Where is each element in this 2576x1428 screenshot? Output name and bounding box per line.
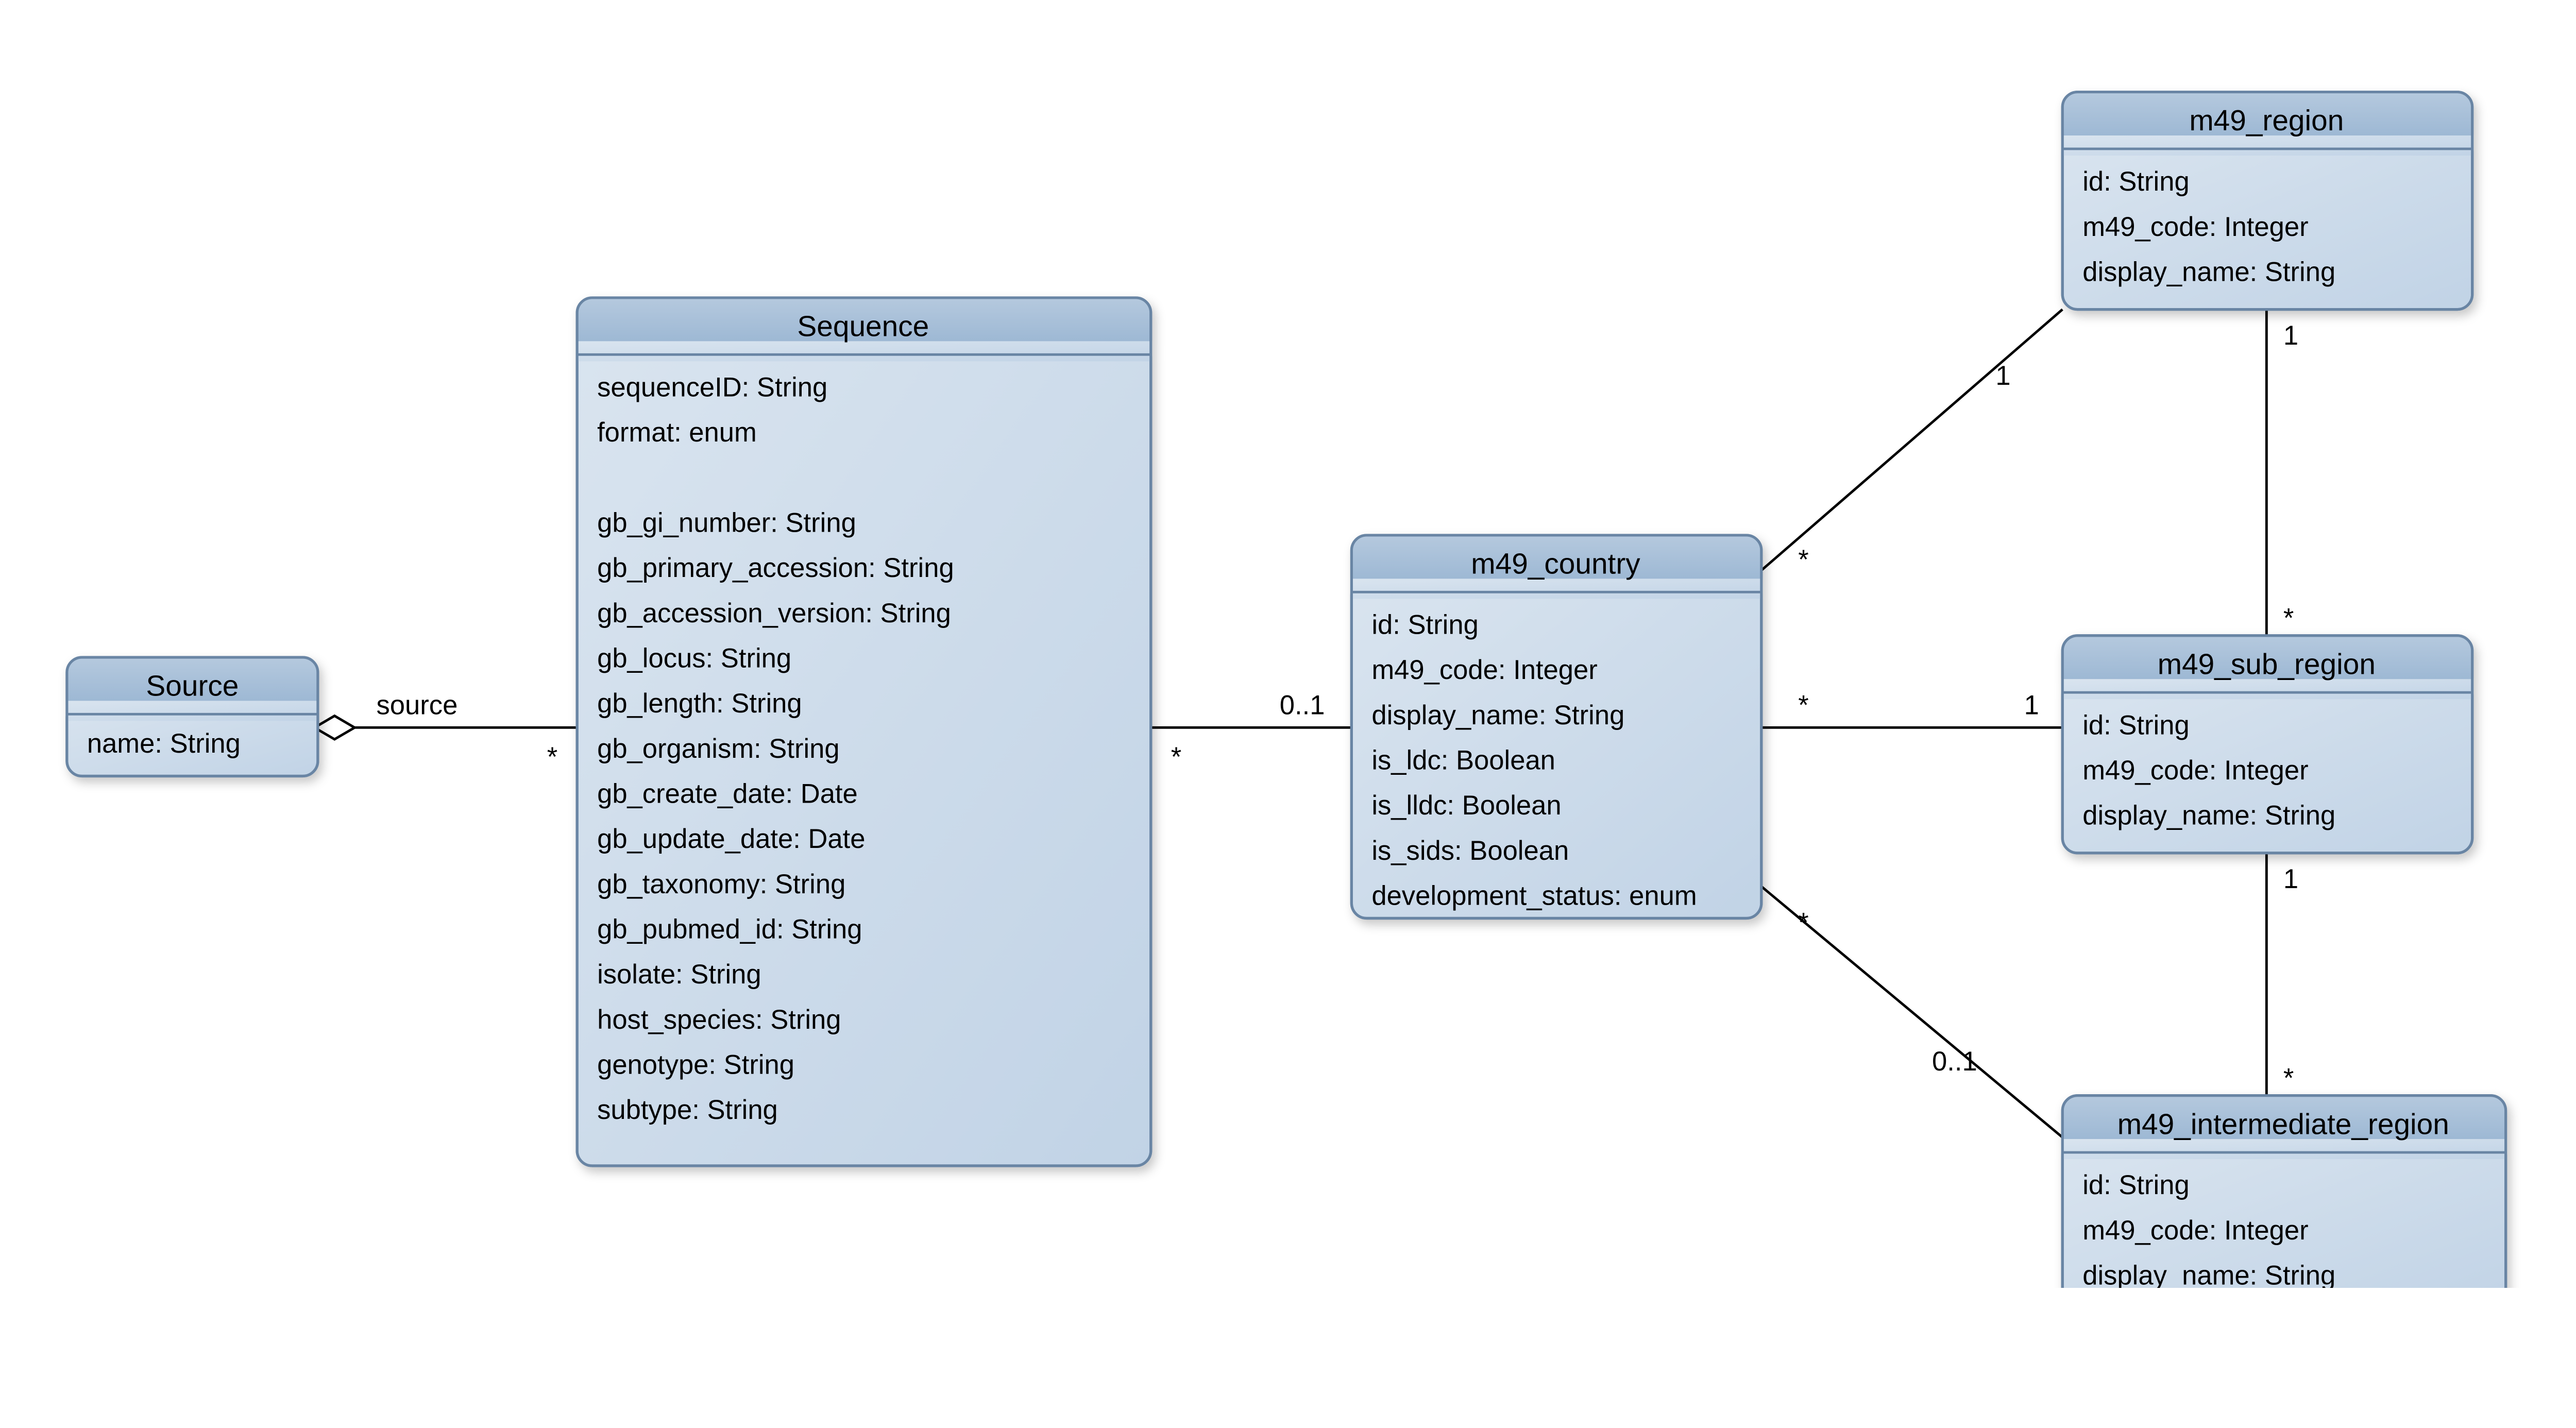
role-source: source [377,690,458,720]
attr: id: String [2082,710,2190,740]
class-title: Source [146,670,239,703]
mult-star: * [1798,907,1808,938]
assoc-sequence-country: * 0..1 [1151,690,1352,772]
attr: gb_primary_accession: String [597,553,954,583]
class-source: Source name: String [67,657,318,776]
mult-1: 1 [1995,361,2010,391]
assoc-country-subregion: * 1 [1761,690,2062,727]
attr: gb_gi_number: String [597,507,856,538]
assoc-country-intregion: * 0..1 [1761,887,2062,1137]
attr: format: enum [597,417,757,448]
class-m49-intermediate-region: m49_intermediate_region id: String m49_c… [2062,1096,2505,1288]
attr: display_name: String [2082,1261,2335,1288]
attr: development_status: enum [1371,880,1697,911]
mult-star: * [547,742,557,772]
attr: sequenceID: String [597,372,827,402]
attr: host_species: String [597,1005,841,1035]
class-title: m49_country [1471,548,1640,581]
attr: is_ldc: Boolean [1371,745,1555,776]
class-title: Sequence [797,311,929,343]
attr: subtype: String [597,1095,778,1125]
attr: m49_code: Integer [2082,755,2308,786]
attr: gb_accession_version: String [597,598,951,628]
attr: display_name: String [2082,257,2335,287]
mult-star: * [1798,545,1808,575]
attr: gb_locus: String [597,643,791,673]
attr: display_name: String [1371,700,1624,730]
mult-1: 1 [2024,690,2039,720]
mult-1: 1 [2283,320,2298,351]
attr: gb_update_date: Date [597,824,865,854]
mult-01: 0..1 [1280,690,1325,720]
attr: id: String [1371,610,1479,640]
mult-star: * [1171,742,1181,772]
mult-01: 0..1 [1932,1046,1977,1077]
class-m49-sub-region: m49_sub_region id: String m49_code: Inte… [2062,636,2472,853]
class-sequence: Sequence sequenceID: String format: enum… [577,298,1151,1166]
attr: gb_taxonomy: String [597,869,845,899]
uml-diagram: source * * 0..1 * 1 * 1 * 0..1 1 * 1 * [0,0,2576,1288]
attr: isolate: String [597,959,761,990]
class-m49-country: m49_country id: String m49_code: Integer… [1351,535,1761,919]
attr: m49_code: Integer [1371,655,1597,685]
attr: gb_pubmed_id: String [597,914,862,944]
attr: name: String [87,728,241,759]
class-title: m49_region [2189,105,2344,137]
class-title: m49_intermediate_region [2117,1108,2449,1141]
attr: id: String [2082,166,2190,197]
attr: is_sids: Boolean [1371,836,1569,866]
mult-star: * [2283,603,2294,634]
attr: is_lldc: Boolean [1371,790,1561,821]
attr: display_name: String [2082,801,2335,831]
attr: m49_code: Integer [2082,212,2308,242]
attr: id: String [2082,1170,2190,1200]
mult-star: * [1798,690,1808,720]
assoc-subregion-intregion: 1 * [2266,853,2298,1096]
assoc-country-region: * 1 [1761,310,2062,575]
assoc-source-sequence: source * [314,690,577,772]
attr: gb_length: String [597,688,802,719]
attr: m49_code: Integer [2082,1215,2308,1246]
attr: genotype: String [597,1049,794,1080]
mult-1: 1 [2283,864,2298,894]
assoc-region-subregion: 1 * [2266,310,2298,636]
mult-star: * [2283,1063,2294,1093]
attr: gb_organism: String [597,734,840,764]
class-m49-region: m49_region id: String m49_code: Integer … [2062,92,2472,310]
class-title: m49_sub_region [2158,648,2376,681]
attr: gb_create_date: Date [597,778,858,809]
